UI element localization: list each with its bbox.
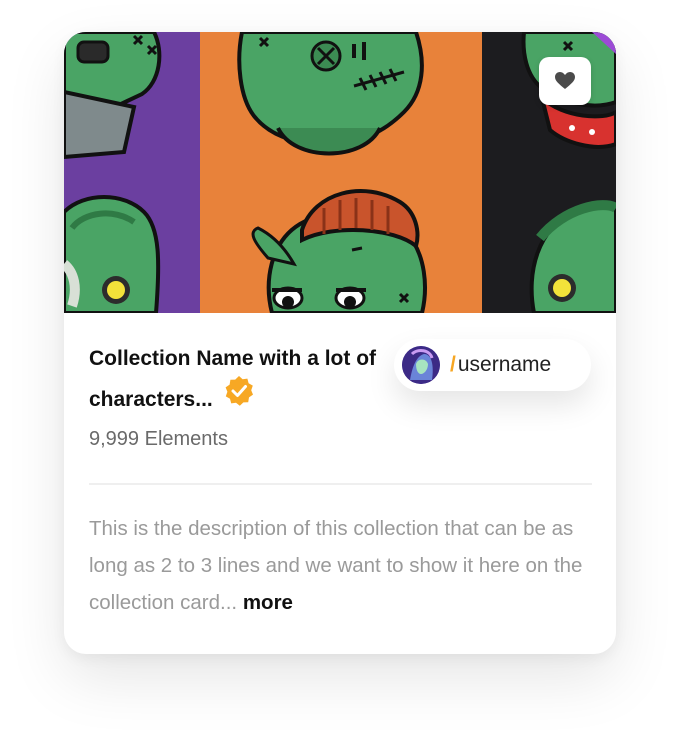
collection-title-row: Collection Name with a lot of characters… — [89, 340, 379, 423]
collection-card[interactable]: Collection Name with a lot of characters… — [64, 32, 616, 654]
creator-chip[interactable]: /username — [394, 339, 591, 391]
favorite-button[interactable] — [539, 57, 591, 105]
description-text: This is the description of this collecti… — [89, 517, 583, 614]
element-count: 9,999 Elements — [89, 428, 228, 450]
heart-icon — [555, 72, 575, 89]
username-slash: / — [450, 353, 456, 376]
divider — [89, 483, 592, 485]
verified-badge-icon — [223, 375, 255, 420]
collection-banner-image — [64, 32, 616, 313]
avatar — [402, 346, 440, 384]
username-label[interactable]: username — [458, 353, 551, 376]
collection-description: This is the description of this collecti… — [89, 510, 599, 621]
more-link[interactable]: more — [243, 591, 293, 614]
